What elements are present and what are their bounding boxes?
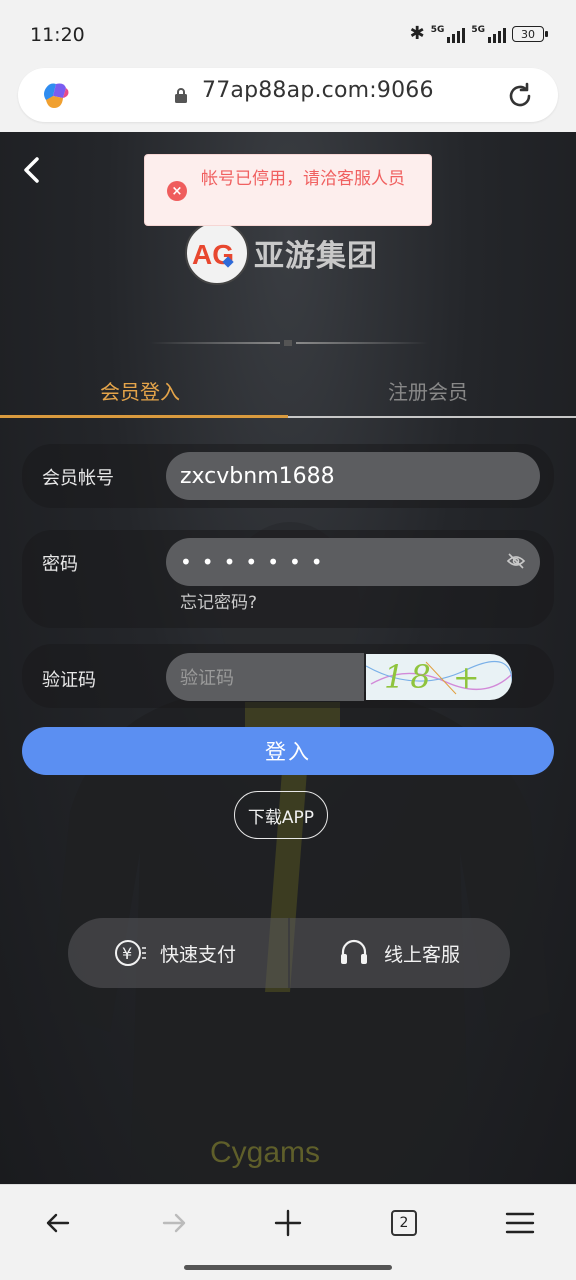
battery-icon: 30 bbox=[512, 26, 548, 42]
tab-indicator-active bbox=[0, 415, 288, 418]
signal-icon: 5G bbox=[471, 25, 506, 43]
svg-text:Cygams: Cygams bbox=[210, 1136, 320, 1169]
download-app-button[interactable]: 下载APP bbox=[234, 791, 328, 839]
tab-count: 2 bbox=[391, 1210, 417, 1236]
account-input[interactable]: zxcvbnm1688 bbox=[166, 452, 540, 500]
new-tab-plus-icon[interactable] bbox=[272, 1207, 304, 1239]
home-indicator[interactable] bbox=[184, 1265, 392, 1270]
back-icon[interactable] bbox=[42, 1207, 74, 1239]
account-row: 会员帐号 zxcvbnm1688 bbox=[22, 444, 554, 508]
divider bbox=[284, 340, 292, 346]
quick-pay-button[interactable]: ¥ 快速支付 bbox=[114, 918, 236, 988]
tabs-button[interactable]: 2 bbox=[388, 1207, 420, 1239]
tab-register[interactable]: 注册会员 bbox=[388, 376, 468, 405]
battery-level: 30 bbox=[521, 27, 535, 41]
headset-icon bbox=[341, 939, 367, 964]
back-arrow-icon[interactable] bbox=[20, 156, 44, 184]
status-bar: 11:20 ✱ 5G 5G 30 bbox=[0, 0, 576, 66]
password-input[interactable]: ••••••• bbox=[166, 538, 540, 586]
forgot-password-link[interactable]: 忘记密码? bbox=[180, 588, 257, 613]
copilot-icon[interactable] bbox=[40, 80, 72, 112]
panel-divider bbox=[288, 918, 290, 988]
signal-label: 5G bbox=[430, 25, 445, 35]
eye-hidden-icon[interactable] bbox=[506, 551, 526, 571]
captcha-label: 验证码 bbox=[42, 670, 96, 691]
error-toast: × 帐号已停用，请洽客服人员 bbox=[144, 154, 432, 226]
status-time: 11:20 bbox=[30, 24, 85, 46]
url-text[interactable]: 77ap88ap.com:9066 bbox=[202, 78, 434, 103]
quick-actions-panel: ¥ 快速支付 线上客服 bbox=[68, 918, 510, 988]
divider bbox=[150, 342, 280, 344]
error-message: 帐号已停用，请洽客服人员 bbox=[201, 169, 405, 189]
browser-bottom-nav: 2 bbox=[0, 1184, 576, 1280]
online-service-label: 线上客服 bbox=[384, 943, 461, 966]
ag-logo: AG bbox=[185, 221, 249, 285]
address-bar[interactable]: 77ap88ap.com:9066 bbox=[18, 68, 558, 122]
svg-text:¥: ¥ bbox=[122, 944, 132, 963]
forward-icon[interactable] bbox=[158, 1207, 190, 1239]
status-icons: ✱ 5G 5G 30 bbox=[409, 23, 548, 44]
lock-icon bbox=[175, 88, 187, 103]
captcha-row: 验证码 验证码 18 + 5 bbox=[22, 644, 554, 708]
captcha-input[interactable]: 验证码 bbox=[166, 653, 364, 701]
brand-logo-group: AG 亚游集团 bbox=[184, 220, 378, 286]
captcha-image[interactable]: 18 + 5 bbox=[366, 654, 512, 700]
captcha-text: 18 + 5 bbox=[384, 658, 486, 700]
password-label: 密码 bbox=[42, 554, 78, 575]
brand-name: 亚游集团 bbox=[254, 239, 378, 274]
yuan-icon: ¥ bbox=[115, 940, 146, 966]
signal-icon: 5G bbox=[431, 25, 466, 43]
quick-pay-label: 快速支付 bbox=[160, 943, 237, 966]
tab-indicator bbox=[288, 416, 576, 418]
menu-icon[interactable] bbox=[504, 1207, 536, 1239]
password-value: ••••••• bbox=[180, 550, 333, 574]
signal-label: 5G bbox=[471, 25, 485, 35]
divider bbox=[296, 342, 428, 344]
tab-member-login[interactable]: 会员登入 bbox=[100, 376, 180, 405]
reload-icon[interactable] bbox=[506, 82, 534, 110]
account-label: 会员帐号 bbox=[42, 468, 114, 489]
login-page: Cygams AG 亚游集团 × 帐号已停用，请洽客服人员 会员登入 注册会员 … bbox=[0, 132, 576, 1184]
password-row: 密码 ••••••• 忘记密码? bbox=[22, 530, 554, 628]
online-service-button[interactable]: 线上客服 bbox=[338, 918, 460, 988]
error-close-icon: × bbox=[167, 181, 187, 201]
bluetooth-icon: ✱ bbox=[409, 23, 425, 44]
login-button[interactable]: 登入 bbox=[22, 727, 554, 775]
